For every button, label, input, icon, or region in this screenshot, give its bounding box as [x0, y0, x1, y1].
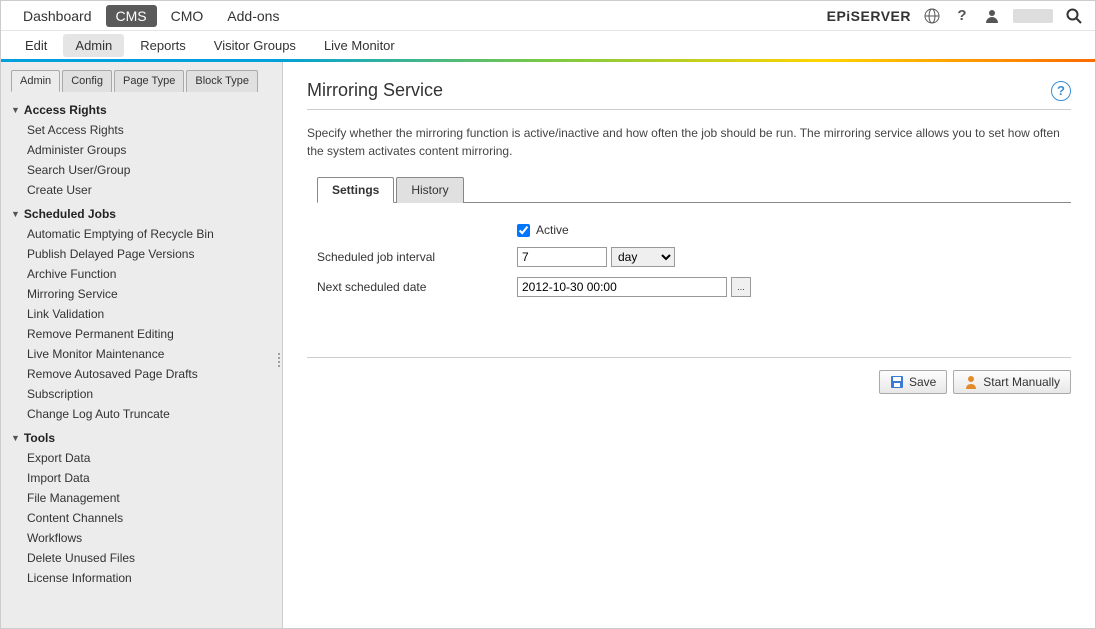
tree-item-content-channels[interactable]: Content Channels	[11, 508, 272, 528]
save-icon	[890, 375, 904, 389]
tree-item-remove-autosaved-page-drafts[interactable]: Remove Autosaved Page Drafts	[11, 364, 272, 384]
interval-input[interactable]	[517, 247, 607, 267]
caret-down-icon: ▼	[11, 433, 20, 443]
search-icon[interactable]	[1065, 7, 1083, 25]
active-label: Active	[536, 223, 569, 237]
tree-item-mirroring-service[interactable]: Mirroring Service	[11, 284, 272, 304]
detail-tab-history[interactable]: History	[396, 177, 463, 203]
side-tab-page-type[interactable]: Page Type	[114, 70, 184, 92]
person-icon	[964, 375, 978, 389]
sidebar-resize-handle[interactable]	[276, 345, 282, 375]
page-help-icon[interactable]: ?	[1051, 81, 1071, 101]
sub-nav-visitor-groups[interactable]: Visitor Groups	[202, 34, 308, 57]
tree-group-access-rights[interactable]: ▼Access Rights	[11, 100, 272, 120]
page-description: Specify whether the mirroring function i…	[307, 124, 1071, 160]
tree-item-delete-unused-files[interactable]: Delete Unused Files	[11, 548, 272, 568]
tree-group-scheduled-jobs[interactable]: ▼Scheduled Jobs	[11, 204, 272, 224]
next-date-label: Next scheduled date	[317, 280, 517, 294]
top-nav-cms[interactable]: CMS	[106, 5, 157, 27]
side-tab-config[interactable]: Config	[62, 70, 112, 92]
top-nav-cmo[interactable]: CMO	[161, 5, 214, 27]
sub-nav-edit[interactable]: Edit	[13, 34, 59, 57]
next-date-input[interactable]	[517, 277, 727, 297]
sub-nav-reports[interactable]: Reports	[128, 34, 198, 57]
tree-item-automatic-emptying-of-recycle-bin[interactable]: Automatic Emptying of Recycle Bin	[11, 224, 272, 244]
sub-nav-live-monitor[interactable]: Live Monitor	[312, 34, 407, 57]
help-icon[interactable]: ?	[953, 7, 971, 25]
brand-logo: EPiSERVER	[827, 8, 911, 24]
tree-item-remove-permanent-editing[interactable]: Remove Permanent Editing	[11, 324, 272, 344]
active-checkbox[interactable]	[517, 224, 530, 237]
tree-item-link-validation[interactable]: Link Validation	[11, 304, 272, 324]
tree-item-import-data[interactable]: Import Data	[11, 468, 272, 488]
start-manually-button[interactable]: Start Manually	[953, 370, 1071, 394]
interval-label: Scheduled job interval	[317, 250, 517, 264]
tree-item-live-monitor-maintenance[interactable]: Live Monitor Maintenance	[11, 344, 272, 364]
side-tab-admin[interactable]: Admin	[11, 70, 60, 92]
tree-item-create-user[interactable]: Create User	[11, 180, 272, 200]
page-title: Mirroring Service	[307, 80, 443, 101]
tree-item-publish-delayed-page-versions[interactable]: Publish Delayed Page Versions	[11, 244, 272, 264]
tree-item-subscription[interactable]: Subscription	[11, 384, 272, 404]
tree-item-search-user-group[interactable]: Search User/Group	[11, 160, 272, 180]
tree-item-archive-function[interactable]: Archive Function	[11, 264, 272, 284]
tree-item-set-access-rights[interactable]: Set Access Rights	[11, 120, 272, 140]
detail-tab-settings[interactable]: Settings	[317, 177, 394, 203]
save-button-label: Save	[909, 375, 936, 389]
side-tab-block-type[interactable]: Block Type	[186, 70, 258, 92]
tree-item-file-management[interactable]: File Management	[11, 488, 272, 508]
interval-unit-select[interactable]: day	[611, 247, 675, 267]
save-button[interactable]: Save	[879, 370, 947, 394]
tree-item-export-data[interactable]: Export Data	[11, 448, 272, 468]
top-nav-add-ons[interactable]: Add-ons	[217, 5, 289, 27]
top-nav-dashboard[interactable]: Dashboard	[13, 5, 102, 27]
tree-item-workflows[interactable]: Workflows	[11, 528, 272, 548]
start-manually-button-label: Start Manually	[983, 375, 1060, 389]
caret-down-icon: ▼	[11, 105, 20, 115]
globe-icon[interactable]	[923, 7, 941, 25]
tree-item-license-information[interactable]: License Information	[11, 568, 272, 588]
sub-nav-admin[interactable]: Admin	[63, 34, 124, 57]
tree-group-tools[interactable]: ▼Tools	[11, 428, 272, 448]
user-icon[interactable]	[983, 7, 1001, 25]
tree-item-administer-groups[interactable]: Administer Groups	[11, 140, 272, 160]
tree-item-change-log-auto-truncate[interactable]: Change Log Auto Truncate	[11, 404, 272, 424]
caret-down-icon: ▼	[11, 209, 20, 219]
date-picker-button[interactable]: ...	[731, 277, 751, 297]
user-name-placeholder	[1013, 9, 1053, 23]
